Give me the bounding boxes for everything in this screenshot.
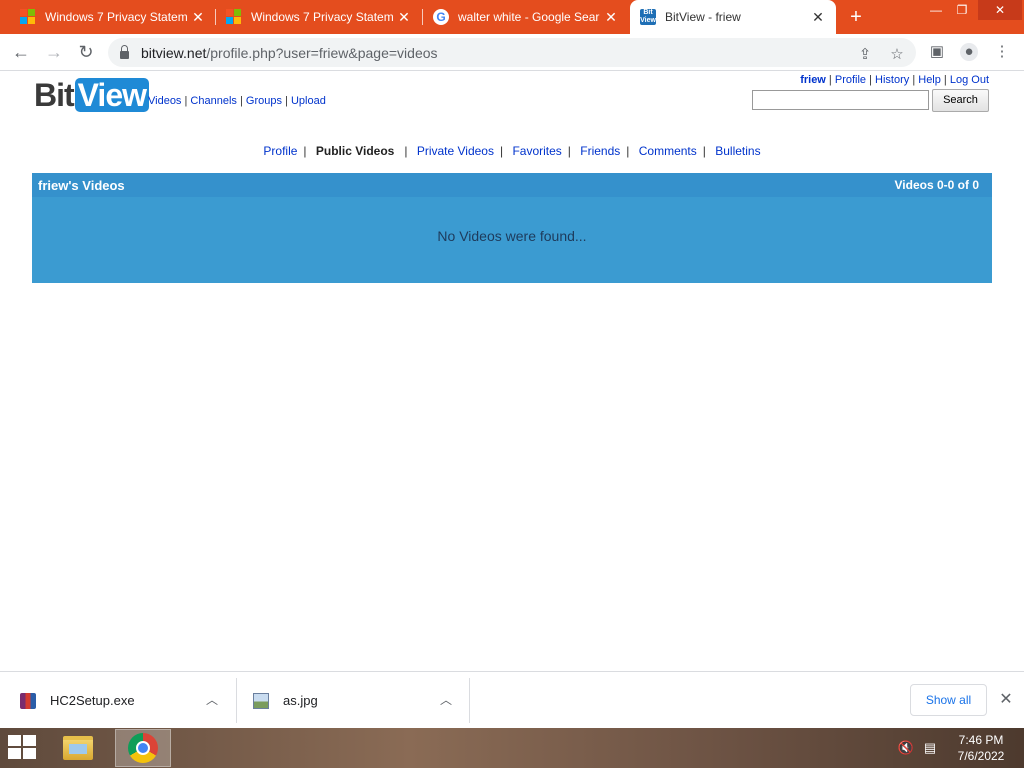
- taskbar-file-explorer[interactable]: [50, 729, 106, 767]
- bookmark-star-icon[interactable]: ☆: [888, 46, 906, 64]
- logout-link[interactable]: Log Out: [950, 74, 989, 86]
- close-tab-icon[interactable]: ✕: [190, 9, 206, 25]
- download-filename: HC2Setup.exe: [50, 693, 135, 708]
- windows-taskbar: 🔇 ▤ 7:46 PM 7/6/2022: [0, 728, 1024, 768]
- profile-subnav: Profile | Public Videos | Private Videos | …: [263, 144, 761, 158]
- microsoft-icon: [226, 9, 242, 25]
- bitview-icon: Bit View: [640, 9, 656, 25]
- download-item[interactable]: HC2Setup.exe: [20, 672, 135, 729]
- logo-view-text: View: [74, 78, 149, 112]
- url-path: /profile.php?user=friew&page=videos: [206, 44, 438, 61]
- network-icon[interactable]: ▤: [921, 740, 939, 756]
- videos-panel: friew's Videos Videos 0-0 of 0 No Videos…: [32, 173, 992, 283]
- logo-bit-text: Bit: [34, 77, 75, 113]
- volume-muted-icon[interactable]: 🔇: [897, 740, 915, 756]
- show-all-button[interactable]: Show all: [910, 684, 987, 716]
- download-bar: HC2Setup.exe ︿ as.jpg ︿ Show all ✕: [0, 671, 1024, 728]
- forward-button[interactable]: →: [42, 40, 66, 64]
- bitview-logo[interactable]: Bit View: [34, 77, 149, 113]
- subnav-public-videos: Public Videos: [315, 144, 395, 158]
- web-page: Bit View Videos | Channels | Groups | Upl…: [0, 71, 1024, 671]
- download-filename: as.jpg: [283, 693, 318, 708]
- download-item[interactable]: as.jpg: [253, 672, 318, 729]
- tab-title: BitView - friew: [665, 10, 741, 24]
- menu-kebab-icon[interactable]: ⋮: [993, 43, 1011, 61]
- user-nav: friew | Profile | History | Help | Log O…: [800, 74, 989, 86]
- clock-date: 7/6/2022: [957, 749, 1005, 763]
- nav-groups[interactable]: Groups: [246, 95, 282, 107]
- subnav-private-videos[interactable]: Private Videos: [417, 144, 494, 158]
- tab-title: Windows 7 Privacy Statem: [251, 10, 394, 24]
- microsoft-icon: [20, 9, 36, 25]
- lock-icon: [120, 44, 129, 59]
- user-profile-link[interactable]: Profile: [835, 74, 866, 86]
- tab-bitview[interactable]: Bit View BitView - friew ✕: [630, 0, 836, 34]
- search-input[interactable]: [752, 90, 929, 110]
- profile-avatar-icon[interactable]: ●: [960, 43, 978, 61]
- subnav-favorites[interactable]: Favorites: [512, 144, 561, 158]
- chrome-icon: [128, 733, 158, 763]
- empty-message: No Videos were found...: [437, 228, 587, 244]
- url-host: bitview.net: [141, 44, 207, 61]
- taskbar-chrome[interactable]: [115, 729, 171, 767]
- clock-time: 7:46 PM: [958, 733, 1004, 747]
- winrar-icon: [20, 692, 36, 709]
- nav-upload[interactable]: Upload: [291, 95, 326, 107]
- file-explorer-icon: [63, 736, 93, 760]
- tab-windows-privacy-1[interactable]: Windows 7 Privacy Statem ✕: [10, 0, 216, 34]
- subnav-friends[interactable]: Friends: [580, 144, 620, 158]
- divider: [469, 678, 470, 723]
- nav-channels[interactable]: Channels: [190, 95, 236, 107]
- main-nav: Videos | Channels | Groups | Upload: [148, 95, 326, 107]
- videos-title: friew's Videos: [38, 177, 125, 193]
- address-bar[interactable]: bitview.net/profile.php?user=friew&page=…: [108, 38, 916, 67]
- window-close-button[interactable]: ✕: [978, 0, 1022, 20]
- tab-windows-privacy-2[interactable]: Windows 7 Privacy Statem ✕: [216, 0, 422, 34]
- close-download-bar-icon[interactable]: ✕: [996, 689, 1016, 711]
- subnav-profile[interactable]: Profile: [263, 144, 297, 158]
- taskbar-clock[interactable]: 7:46 PM 7/6/2022: [950, 732, 1012, 764]
- windows-start-icon[interactable]: [8, 735, 38, 761]
- google-icon: G: [433, 9, 449, 25]
- restore-button[interactable]: ❐: [947, 0, 977, 20]
- subnav-bulletins[interactable]: Bulletins: [715, 144, 760, 158]
- image-file-icon: [253, 692, 269, 709]
- nav-videos[interactable]: Videos: [148, 95, 181, 107]
- tab-google-search[interactable]: G walter white - Google Sear ✕: [423, 0, 629, 34]
- share-icon[interactable]: ⇪: [856, 46, 874, 64]
- close-tab-icon[interactable]: ✕: [603, 9, 619, 25]
- close-tab-icon[interactable]: ✕: [810, 9, 826, 25]
- history-link[interactable]: History: [875, 74, 909, 86]
- subnav-comments[interactable]: Comments: [639, 144, 697, 158]
- help-link[interactable]: Help: [918, 74, 941, 86]
- tab-title: walter white - Google Sear: [458, 10, 600, 24]
- username-link[interactable]: friew: [800, 74, 826, 86]
- search-button[interactable]: Search: [932, 89, 989, 112]
- chevron-up-icon[interactable]: ︿: [202, 690, 222, 710]
- chevron-up-icon[interactable]: ︿: [436, 690, 456, 710]
- back-button[interactable]: ←: [9, 40, 33, 64]
- new-tab-button[interactable]: +: [846, 7, 866, 27]
- browser-toolbar: ← → ↻ bitview.net/profile.php?user=friew…: [0, 34, 1024, 71]
- reload-button[interactable]: ↻: [74, 40, 98, 64]
- tab-title: Windows 7 Privacy Statem: [45, 10, 188, 24]
- browser-tab-strip: Windows 7 Privacy Statem ✕ Windows 7 Pri…: [0, 0, 1024, 34]
- divider: [236, 678, 237, 723]
- side-panel-icon[interactable]: ▣: [928, 43, 946, 61]
- videos-panel-header: friew's Videos Videos 0-0 of 0: [32, 173, 992, 197]
- videos-count: Videos 0-0 of 0: [894, 178, 979, 192]
- close-tab-icon[interactable]: ✕: [396, 9, 412, 25]
